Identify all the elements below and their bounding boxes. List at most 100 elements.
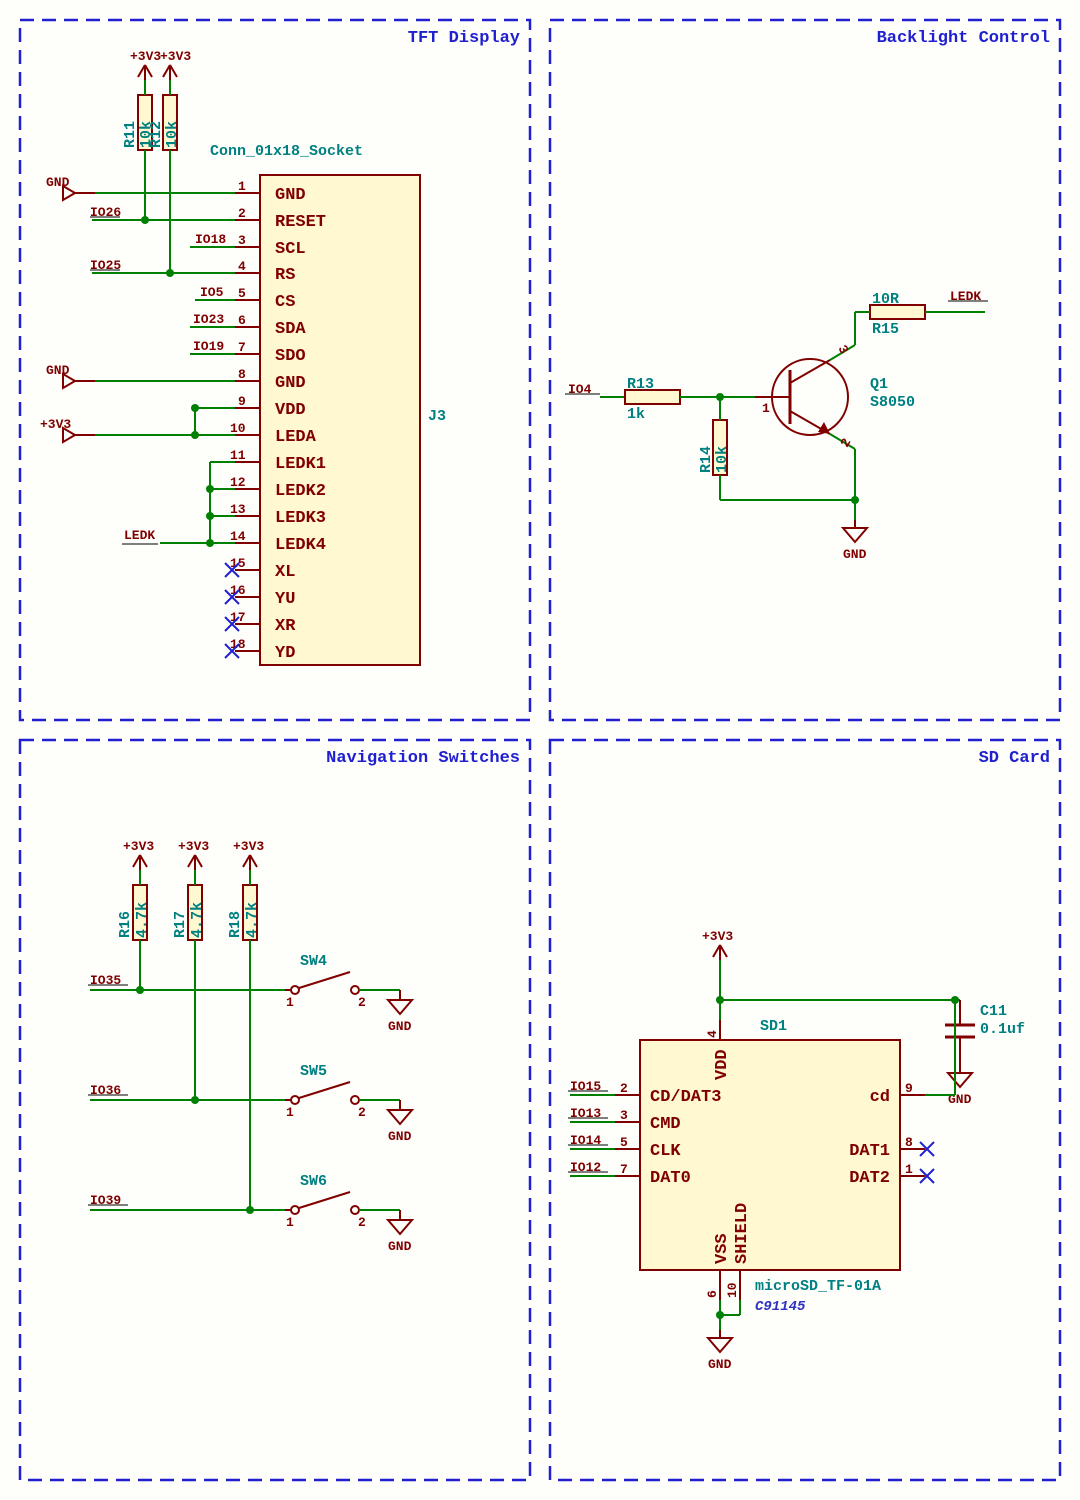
svg-text:XR: XR — [275, 617, 296, 636]
block-frames — [20, 20, 1060, 1480]
svg-text:VDD: VDD — [275, 401, 306, 420]
svg-text:4.7k: 4.7k — [134, 902, 151, 938]
svg-text:IO12: IO12 — [570, 1160, 601, 1175]
navigation: +3V3 +3V3 +3V3 R16 4.7k R17 4.7k R18 4.7… — [88, 839, 412, 1254]
svg-text:Q1: Q1 — [870, 376, 888, 393]
sd-footprint: microSD_TF-01A — [755, 1278, 881, 1295]
svg-text:2: 2 — [620, 1081, 628, 1096]
tft-3v3-b: +3V3 — [160, 49, 191, 64]
svg-text:8: 8 — [238, 367, 246, 382]
svg-text:5: 5 — [620, 1135, 628, 1150]
svg-text:2: 2 — [358, 1105, 366, 1120]
svg-text:1: 1 — [238, 179, 246, 194]
svg-text:5: 5 — [238, 286, 246, 301]
svg-text:10k: 10k — [164, 121, 181, 148]
svg-text:10: 10 — [230, 421, 246, 436]
sd-partcode: C91145 — [755, 1299, 806, 1315]
svg-text:4: 4 — [238, 259, 246, 274]
svg-text:7: 7 — [620, 1162, 628, 1177]
c11: C11 0.1uf GND — [945, 1000, 1025, 1107]
svg-text:13: 13 — [230, 502, 246, 517]
svg-text:+3V3: +3V3 — [233, 839, 264, 854]
svg-text:10: 10 — [725, 1282, 740, 1298]
sw4: SW4 1 2 GND — [285, 953, 412, 1034]
svg-text:R12: R12 — [148, 121, 165, 148]
svg-text:XL: XL — [275, 563, 295, 582]
svg-text:VSS: VSS — [713, 1233, 732, 1264]
svg-text:R11: R11 — [122, 121, 139, 148]
svg-text:1: 1 — [762, 401, 770, 416]
svg-text:GND: GND — [843, 547, 867, 562]
svg-text:SCL: SCL — [275, 240, 306, 259]
svg-text:1: 1 — [286, 1105, 294, 1120]
net-io39: IO39 — [90, 1193, 121, 1208]
svg-text:10k: 10k — [714, 446, 731, 473]
svg-text:+3V3: +3V3 — [702, 929, 733, 944]
svg-text:LEDK1: LEDK1 — [275, 455, 326, 474]
svg-text:DAT2: DAT2 — [849, 1169, 890, 1188]
svg-text:GND: GND — [275, 374, 306, 393]
net-io19: IO19 — [193, 339, 224, 354]
svg-text:2: 2 — [358, 1215, 366, 1230]
svg-text:SDO: SDO — [275, 347, 306, 366]
title-bl: Backlight Control — [877, 29, 1050, 48]
backlight: IO4 1k R13 R14 10k Q1 S8050 1 2 3 R15 10… — [565, 289, 988, 562]
svg-text:9: 9 — [238, 394, 246, 409]
title-sd: SD Card — [979, 749, 1050, 768]
svg-text:RESET: RESET — [275, 213, 326, 232]
net-io25: IO25 — [90, 258, 121, 273]
svg-text:11: 11 — [230, 448, 246, 463]
net-ledk-tft: LEDK — [124, 528, 155, 543]
svg-text:cd: cd — [870, 1088, 890, 1107]
svg-text:GND: GND — [388, 1019, 412, 1034]
svg-text:12: 12 — [230, 475, 246, 490]
svg-text:GND: GND — [275, 186, 306, 205]
sw6: SW6 1 2 GND — [285, 1173, 412, 1254]
svg-text:1: 1 — [286, 995, 294, 1010]
svg-text:1: 1 — [286, 1215, 294, 1230]
svg-text:+3V3: +3V3 — [40, 417, 71, 432]
svg-text:CD/DAT3: CD/DAT3 — [650, 1088, 721, 1107]
svg-text:GND: GND — [388, 1129, 412, 1144]
sw5: SW5 1 2 GND — [285, 1063, 412, 1144]
svg-text:LEDA: LEDA — [275, 428, 317, 447]
j3-ref: J3 — [428, 408, 446, 425]
svg-text:R17: R17 — [172, 911, 189, 938]
svg-text:R16: R16 — [117, 911, 134, 938]
svg-text:SW4: SW4 — [300, 953, 327, 970]
svg-text:14: 14 — [230, 529, 246, 544]
svg-text:2: 2 — [238, 206, 246, 221]
svg-text:LEDK3: LEDK3 — [275, 509, 326, 528]
net-io35: IO35 — [90, 973, 121, 988]
svg-text:R15: R15 — [872, 321, 899, 338]
sd-card: +3V3 C11 0.1uf GND SD1 4 VDD 2 CD/DAT3 I… — [568, 929, 1025, 1372]
svg-text:C11: C11 — [980, 1003, 1007, 1020]
svg-text:SW5: SW5 — [300, 1063, 327, 1080]
tft-3v3-a: +3V3 — [130, 49, 161, 64]
svg-text:3: 3 — [238, 233, 246, 248]
svg-text:R14: R14 — [698, 446, 715, 473]
svg-text:8: 8 — [905, 1135, 913, 1150]
svg-text:6: 6 — [705, 1290, 720, 1298]
net-ledk-bl: LEDK — [950, 289, 981, 304]
svg-text:SW6: SW6 — [300, 1173, 327, 1190]
svg-text:1k: 1k — [627, 406, 645, 423]
title-nav: Navigation Switches — [326, 749, 520, 768]
svg-text:4.7k: 4.7k — [189, 902, 206, 938]
svg-text:0.1uf: 0.1uf — [980, 1021, 1025, 1038]
svg-text:GND: GND — [708, 1357, 732, 1372]
svg-text:DAT1: DAT1 — [849, 1142, 890, 1161]
svg-text:LEDK4: LEDK4 — [275, 536, 326, 555]
svg-text:GND: GND — [388, 1239, 412, 1254]
net-io5: IO5 — [200, 285, 224, 300]
svg-text:4: 4 — [705, 1030, 720, 1038]
svg-text:6: 6 — [238, 313, 246, 328]
net-io23: IO23 — [193, 312, 224, 327]
conn-label: Conn_01x18_Socket — [210, 143, 363, 160]
svg-text:GND: GND — [46, 363, 70, 378]
svg-text:2: 2 — [358, 995, 366, 1010]
svg-text:VDD: VDD — [713, 1049, 732, 1080]
svg-text:IO15: IO15 — [570, 1079, 601, 1094]
svg-text:IO13: IO13 — [570, 1106, 601, 1121]
net-io36: IO36 — [90, 1083, 121, 1098]
